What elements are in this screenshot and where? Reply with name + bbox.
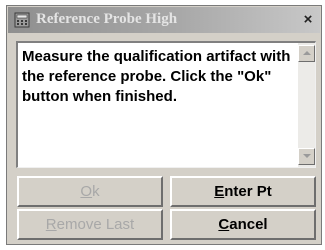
remove-last-button-accel: R [45,216,57,233]
close-icon: × [303,11,313,28]
window-title: Reference Probe High [36,11,178,27]
cancel-button-label: ancel [229,216,268,233]
dialog-window: Reference Probe High × Measure the quali… [6,5,322,245]
calculator-icon [14,12,30,28]
arrow-up-icon [303,51,311,55]
enter-pt-button-accel: E [214,183,225,200]
ok-button[interactable]: Ok [17,176,163,207]
title-bar[interactable]: Reference Probe High × [8,7,320,33]
ok-button-label: k [92,183,100,200]
cancel-button-accel: C [218,216,230,233]
scroll-down-button[interactable] [298,148,315,165]
vertical-scrollbar[interactable] [298,43,315,167]
remove-last-button-label: emove Last [56,216,135,233]
close-button[interactable]: × [298,10,318,29]
scroll-up-button[interactable] [298,45,315,62]
remove-last-button[interactable]: Remove Last [17,209,163,240]
instruction-text: Measure the qualification artifact with … [22,48,291,105]
message-textbox[interactable]: Measure the qualification artifact with … [16,41,316,168]
enter-pt-button-label: nter Pt [224,183,272,200]
cancel-button[interactable]: Cancel [170,209,316,240]
ok-button-accel: O [80,183,93,200]
enter-pt-button[interactable]: Enter Pt [170,176,316,207]
arrow-down-icon [303,154,311,158]
